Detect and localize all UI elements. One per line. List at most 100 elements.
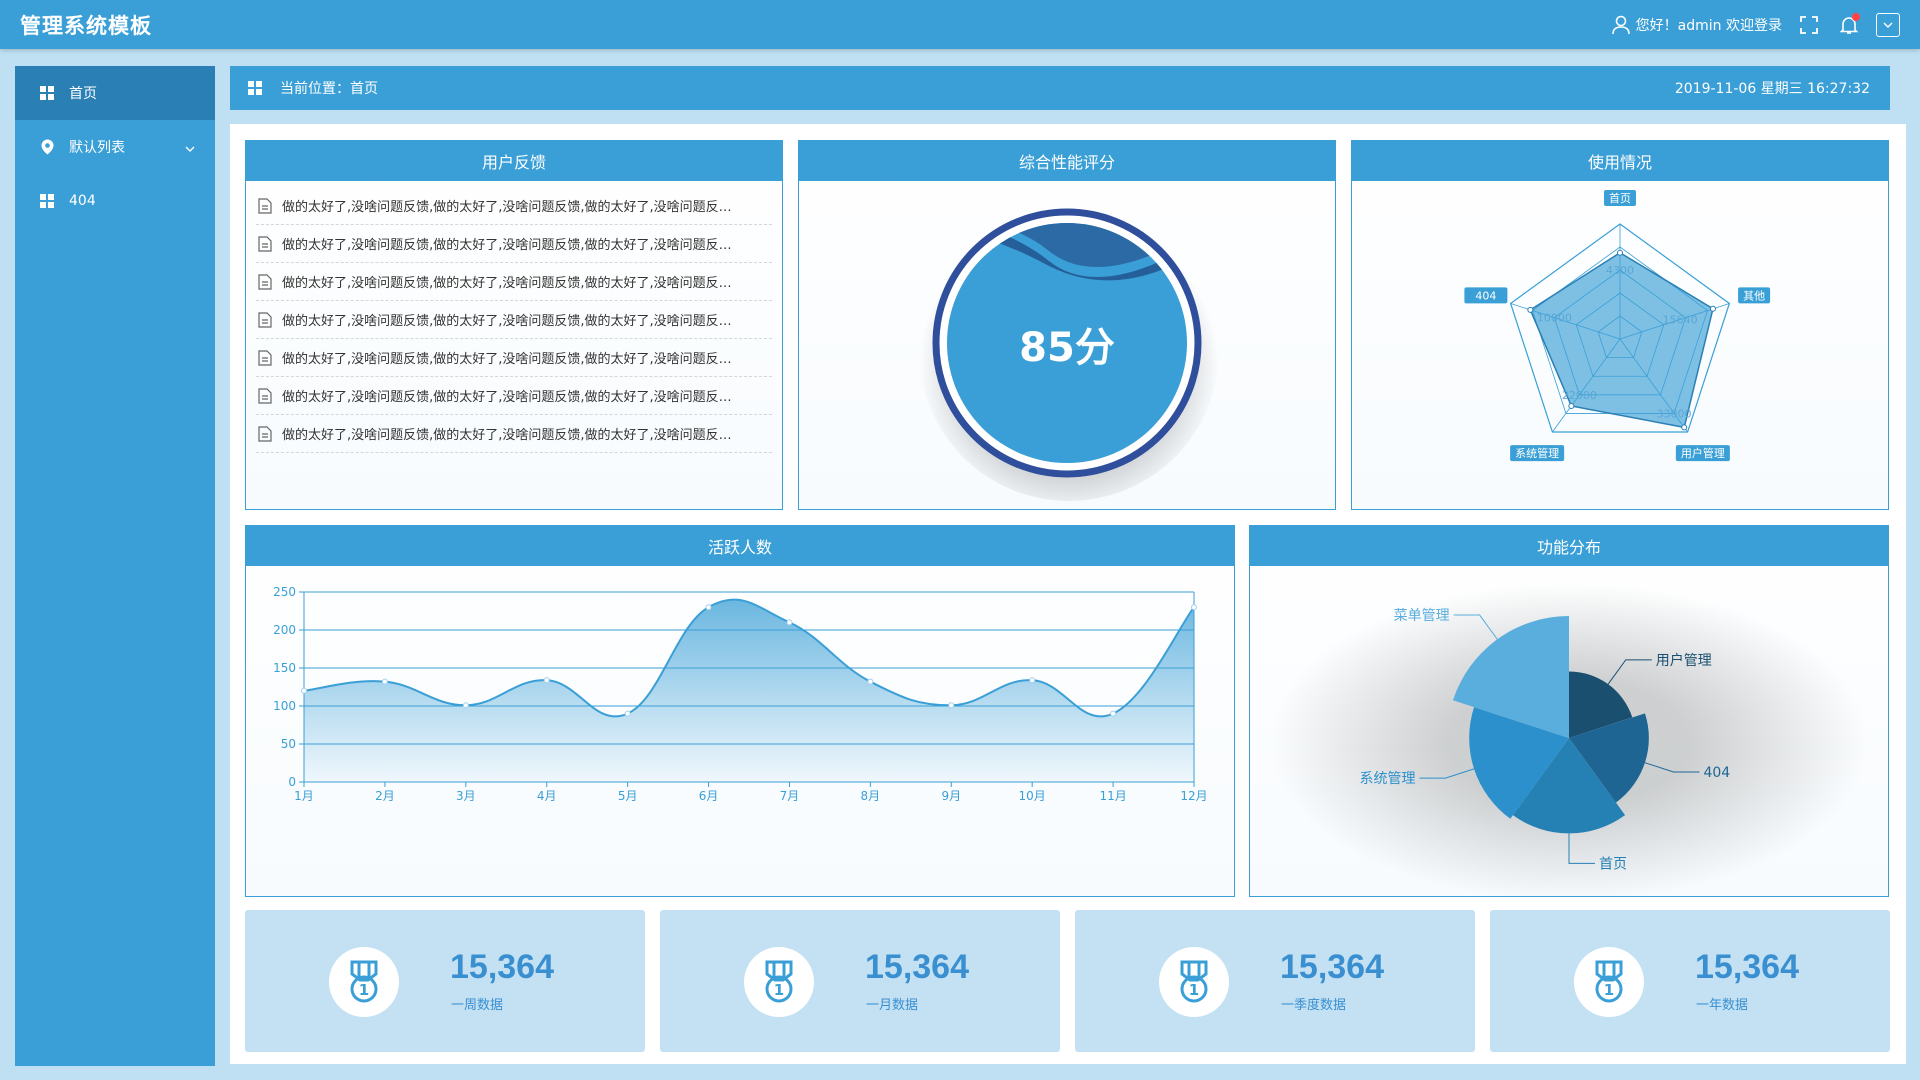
- radar-axis-value: 15640: [1663, 313, 1698, 326]
- panel-title: 用户反馈: [246, 141, 782, 181]
- y-tick-label: 0: [288, 775, 296, 789]
- radar-axis-value: 33000: [1657, 407, 1692, 420]
- pie-slice-label: 系统管理: [1360, 771, 1416, 787]
- notification-dot: [1852, 12, 1860, 21]
- feedback-item[interactable]: 做的太好了,没啥问题反馈,做的太好了,没啥问题反馈,做的太好了,没啥问题反…: [256, 225, 772, 263]
- score-gauge: 85分: [919, 201, 1219, 501]
- area-point: [705, 604, 712, 611]
- y-tick-label: 150: [273, 661, 296, 675]
- x-tick-label: 11月: [1099, 789, 1126, 803]
- feedback-item[interactable]: 做的太好了,没啥问题反馈,做的太好了,没啥问题反馈,做的太好了,没啥问题反…: [256, 187, 772, 225]
- pie-slice-label: 404: [1703, 765, 1730, 781]
- breadcrumb-bar: 当前位置：首页 2019-11-06 星期三 16:27:32: [230, 66, 1890, 110]
- stat-card-year: 1 15,364 一年数据: [1490, 910, 1890, 1052]
- svg-text:1: 1: [1189, 981, 1199, 999]
- top-bar-right: 您好！admin 欢迎登录: [1611, 12, 1900, 38]
- document-icon: [258, 197, 272, 214]
- chevron-down-icon: [1883, 22, 1893, 28]
- x-tick-label: 1月: [294, 789, 314, 803]
- datetime-text: 2019-11-06 星期三 16:27:32: [1674, 81, 1870, 97]
- function-distribution-panel: 功能分布 用户管理 404 首页 系统管理 菜单管理: [1249, 525, 1889, 897]
- top-bar: 管理系统模板 您好！admin 欢迎登录: [0, 0, 1920, 49]
- fullscreen-icon: [1800, 15, 1818, 34]
- panel-title: 综合性能评分: [799, 141, 1335, 181]
- feedback-item[interactable]: 做的太好了,没啥问题反馈,做的太好了,没啥问题反馈,做的太好了,没啥问题反…: [256, 339, 772, 377]
- radar-indicator-label: 其他: [1743, 289, 1765, 302]
- sidebar-item-label: 404: [69, 193, 96, 209]
- y-tick-label: 200: [273, 623, 296, 637]
- sidebar-item-home[interactable]: 首页: [15, 66, 215, 120]
- usage-panel: 使用情况 4300 15640 33000 22000 10000 首页 其他 用户管理 系统管…: [1351, 140, 1889, 510]
- radar-series-area: [1529, 251, 1714, 429]
- grid-icon: [39, 193, 55, 209]
- y-tick-label: 250: [273, 585, 296, 599]
- area-point: [462, 702, 469, 709]
- user-menu-dropdown[interactable]: [1876, 12, 1900, 37]
- feedback-item[interactable]: 做的太好了,没啥问题反馈,做的太好了,没啥问题反馈,做的太好了,没啥问题反…: [256, 263, 772, 301]
- user-info[interactable]: 您好！admin 欢迎登录: [1611, 15, 1782, 35]
- pie-chart: 用户管理 404 首页 系统管理 菜单管理: [1269, 582, 1869, 896]
- feedback-list: 做的太好了,没啥问题反馈,做的太好了,没啥问题反馈,做的太好了,没啥问题反… 做的…: [246, 181, 782, 453]
- radar-point: [1709, 305, 1716, 312]
- feedback-text: 做的太好了,没啥问题反馈,做的太好了,没啥问题反馈,做的太好了,没啥问题反…: [282, 238, 732, 253]
- feedback-text: 做的太好了,没啥问题反馈,做的太好了,没啥问题反馈,做的太好了,没啥问题反…: [282, 200, 732, 215]
- radar-point: [1527, 306, 1534, 313]
- y-tick-label: 100: [273, 699, 296, 713]
- radar-point: [1681, 424, 1688, 431]
- medal-icon: 1: [744, 947, 814, 1017]
- area-fill: [304, 599, 1194, 782]
- area-point: [786, 619, 793, 626]
- stat-card-month: 1 15,364 一月数据: [660, 910, 1060, 1052]
- stat-label: 一月数据: [866, 998, 919, 1013]
- x-tick-label: 6月: [699, 789, 719, 803]
- svg-text:1: 1: [1604, 981, 1614, 999]
- radar-indicator-label: 404: [1475, 289, 1496, 302]
- area-point: [948, 702, 955, 709]
- area-chart: 0 50 100 150 200 250 1月 2月 3月 4月 5月 6月 7月 8月 9月 10月 11月 1…: [273, 585, 1208, 803]
- stat-card-week: 1 15,364 一周数据: [245, 910, 645, 1052]
- x-tick-label: 12月: [1180, 789, 1207, 803]
- stat-value: 15,364: [1280, 948, 1384, 986]
- notification-button[interactable]: [1836, 12, 1862, 38]
- panel-title: 使用情况: [1352, 141, 1888, 181]
- x-tick-label: 7月: [780, 789, 800, 803]
- x-tick-label: 10月: [1019, 789, 1046, 803]
- x-tick-label: 5月: [618, 789, 638, 803]
- medal-icon: 1: [1159, 947, 1229, 1017]
- panel-title: 功能分布: [1250, 526, 1888, 566]
- document-icon: [258, 349, 272, 366]
- radar-point: [1617, 249, 1623, 256]
- location-pin-icon: [39, 139, 55, 155]
- radar-chart: 4300 15640 33000 22000 10000 首页其他用户管理 系统管理 404: [1464, 190, 1771, 462]
- feedback-text: 做的太好了,没啥问题反馈,做的太好了,没啥问题反馈,做的太好了,没啥问题反…: [282, 314, 732, 329]
- grid-icon: [248, 81, 262, 95]
- feedback-item[interactable]: 做的太好了,没啥问题反馈,做的太好了,没啥问题反馈,做的太好了,没啥问题反…: [256, 377, 772, 415]
- stat-value: 15,364: [865, 948, 969, 986]
- pie-slice-label: 用户管理: [1656, 652, 1712, 669]
- document-icon: [258, 235, 272, 252]
- fullscreen-button[interactable]: [1796, 12, 1822, 38]
- panel-title: 活跃人数: [246, 526, 1234, 566]
- feedback-item[interactable]: 做的太好了,没啥问题反馈,做的太好了,没啥问题反馈,做的太好了,没啥问题反…: [256, 301, 772, 339]
- stat-value: 15,364: [1695, 948, 1799, 986]
- stat-label: 一周数据: [451, 998, 504, 1013]
- sidebar-item-default-list[interactable]: 默认列表: [15, 120, 215, 174]
- active-users-panel: 活跃人数 0 50 100 150 200 250 1月 2月 3月 4月 5月 6月 7月 8月 9月 10…: [245, 525, 1235, 897]
- radar-indicator-label: 首页: [1609, 191, 1631, 205]
- radar-indicator-label: 用户管理: [1681, 446, 1725, 460]
- document-icon: [258, 273, 272, 290]
- feedback-item[interactable]: 做的太好了,没啥问题反馈,做的太好了,没啥问题反馈,做的太好了,没啥问题反…: [256, 415, 772, 453]
- radar-axis-value: 10000: [1537, 312, 1572, 325]
- pie-slice-label: 首页: [1599, 856, 1627, 872]
- breadcrumb: 当前位置：首页: [280, 81, 378, 97]
- stat-label: 一季度数据: [1281, 998, 1347, 1013]
- feedback-panel: 用户反馈 做的太好了,没啥问题反馈,做的太好了,没啥问题反馈,做的太好了,没啥问…: [245, 140, 783, 510]
- radar-indicator-label: 系统管理: [1515, 446, 1559, 460]
- feedback-text: 做的太好了,没啥问题反馈,做的太好了,没啥问题反馈,做的太好了,没啥问题反…: [282, 276, 732, 291]
- area-point: [301, 687, 307, 694]
- x-tick-label: 8月: [861, 789, 881, 803]
- area-point: [1110, 710, 1117, 717]
- sidebar-item-404[interactable]: 404: [15, 174, 215, 228]
- svg-text:1: 1: [359, 981, 369, 999]
- medal-icon: 1: [1574, 947, 1644, 1017]
